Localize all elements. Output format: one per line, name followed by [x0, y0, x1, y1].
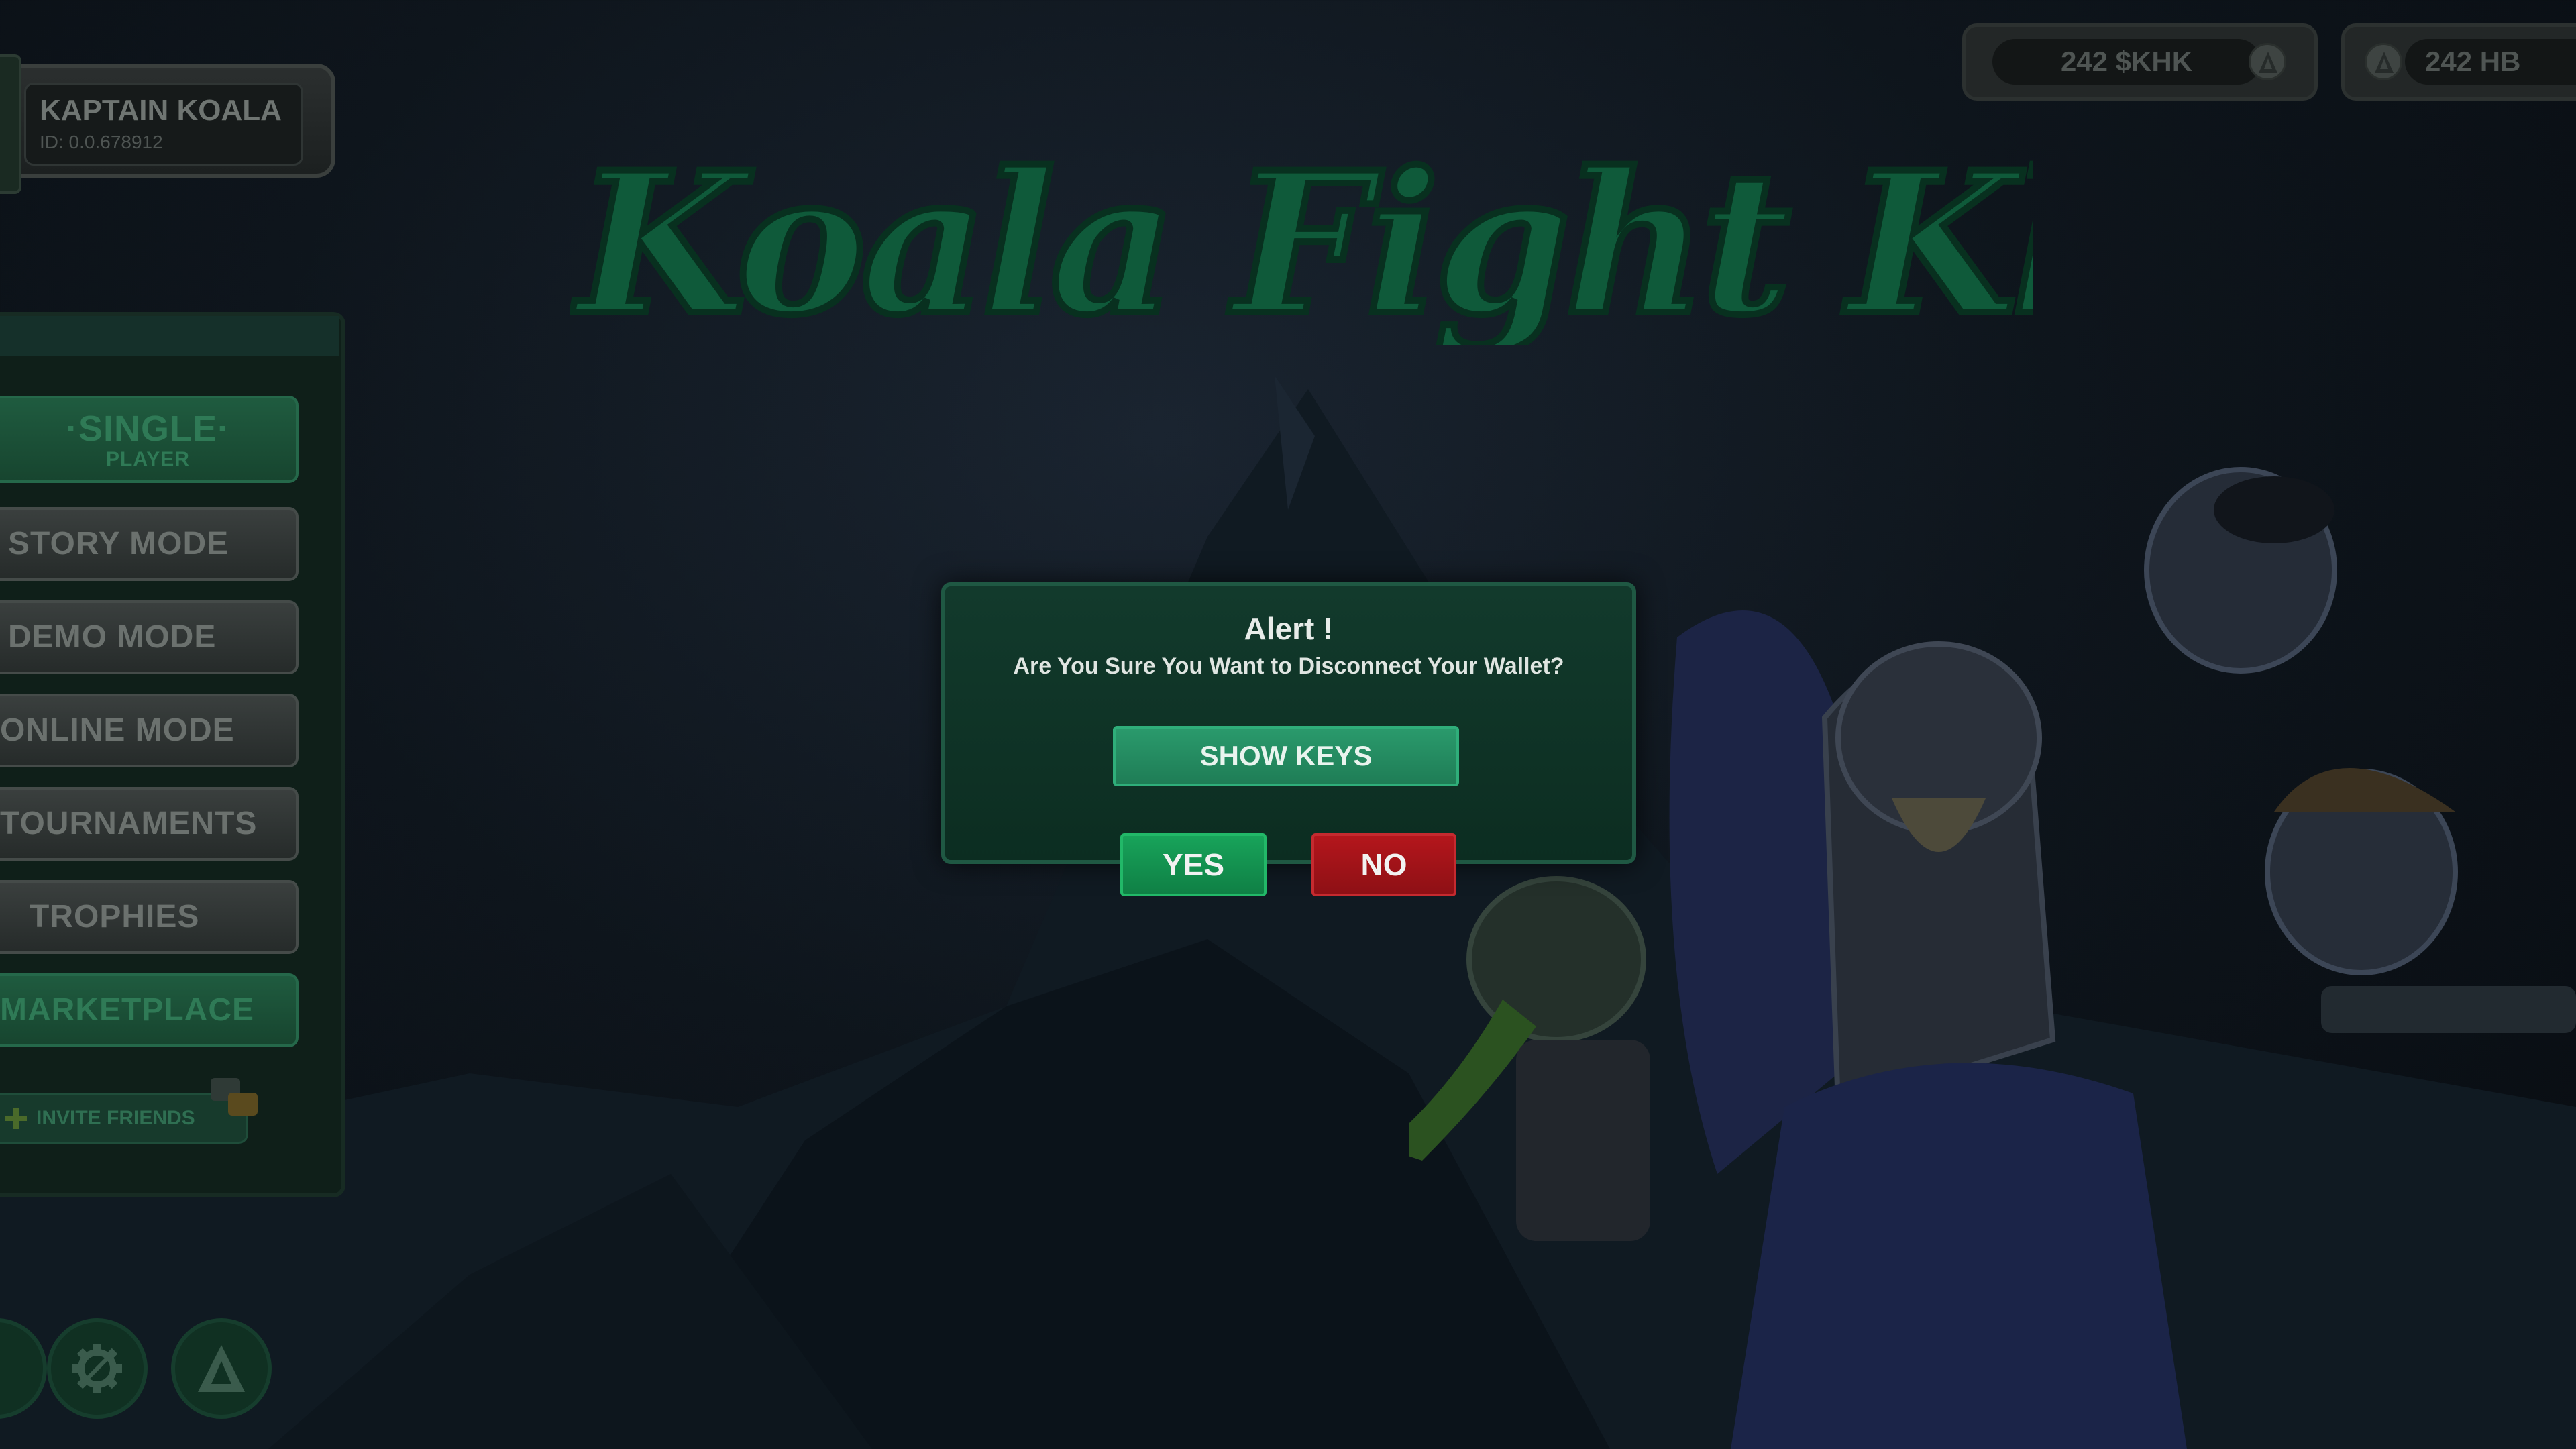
currency-khk[interactable]: 242 $KHK — [1962, 23, 2318, 101]
story-mode-button[interactable]: STORY MODE — [0, 507, 299, 581]
logo-text: Koala Fight Klub — [571, 131, 2033, 345]
player-id: ID: 0.0.678912 — [40, 131, 163, 152]
single-player-sublabel: PLAYER — [106, 448, 190, 470]
currency-hbar-value: 242 HB — [2425, 46, 2521, 77]
hbar-button[interactable] — [171, 1318, 272, 1419]
chat-icon — [211, 1078, 258, 1116]
invite-friends-label: INVITE FRIENDS — [36, 1107, 195, 1129]
no-button[interactable]: NO — [1311, 833, 1456, 896]
alert-title: Alert ! — [1244, 611, 1334, 646]
player-name: KAPTAIN KOALA — [40, 94, 282, 127]
currency-khk-value: 242 $KHK — [2060, 46, 2193, 77]
currency-hbar[interactable]: 242 HB — [2341, 23, 2576, 101]
game-logo: Koala Fight Klub — [570, 131, 2033, 345]
show-keys-button[interactable]: SHOW KEYS — [1113, 726, 1459, 786]
single-player-label: ·SINGLE· — [66, 409, 230, 449]
menu-header-bar — [0, 316, 339, 356]
hbar-icon — [198, 1345, 245, 1392]
invite-friends-button[interactable]: INVITE FRIENDS — [0, 1078, 258, 1144]
single-player-button[interactable]: ·SINGLE· PLAYER — [0, 396, 299, 483]
alert-dialog: Alert ! Are You Sure You Want to Disconn… — [941, 582, 1636, 864]
profile-card: KAPTAIN KOALA ID: 0.0.678912 — [24, 83, 303, 166]
player-profile[interactable]: KAPTAIN KOALA ID: 0.0.678912 — [0, 54, 335, 194]
avatar — [0, 54, 21, 194]
trophies-button[interactable]: TROPHIES — [0, 880, 299, 954]
hbar-icon — [2249, 43, 2286, 80]
settings-gear-icon — [72, 1344, 122, 1393]
currency-hbar-pill: 242 HB — [2405, 39, 2576, 85]
tournaments-button[interactable]: TOURNAMENTS — [0, 787, 299, 861]
plus-icon — [5, 1108, 27, 1129]
hbar-icon — [2365, 43, 2402, 80]
currency-khk-pill: 242 $KHK — [1992, 39, 2261, 85]
yes-button[interactable]: YES — [1120, 833, 1267, 896]
settings-button[interactable] — [47, 1318, 148, 1419]
marketplace-button[interactable]: MARKETPLACE — [0, 973, 299, 1047]
demo-mode-button[interactable]: DEMO MODE — [0, 600, 299, 674]
alert-message: Are You Sure You Want to Disconnect Your… — [1013, 653, 1564, 679]
online-mode-button[interactable]: ONLINE MODE — [0, 694, 299, 767]
